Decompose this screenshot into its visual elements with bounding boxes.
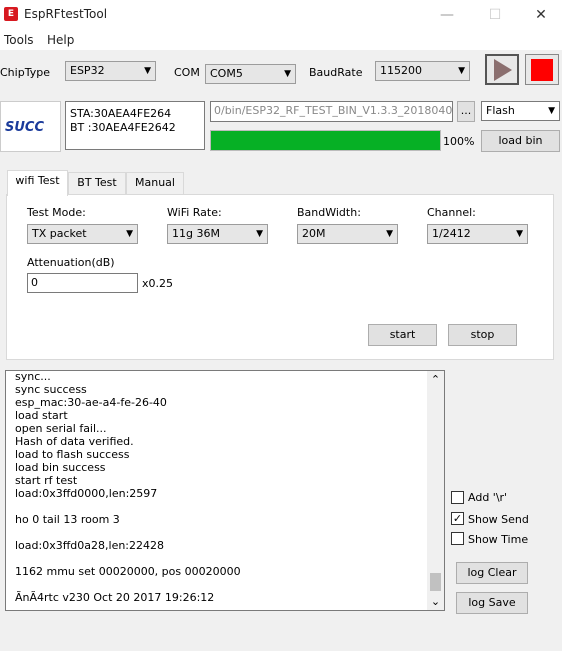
bandwidth-label: BandWidth: — [297, 206, 361, 219]
show-time-checkbox[interactable] — [451, 532, 464, 545]
chevron-down-icon: ▼ — [126, 229, 133, 239]
channel-value: 1/2412 — [432, 227, 471, 240]
log-line: start rf test — [15, 474, 78, 487]
status-logo-box: SUCC — [0, 101, 61, 152]
bandwidth-select[interactable]: 20M ▼ — [297, 224, 398, 244]
window-title: EspRFtestTool — [24, 7, 108, 21]
minimize-icon[interactable]: — — [424, 0, 470, 30]
load-bin-button[interactable]: load bin — [481, 130, 560, 152]
chevron-down-icon: ▼ — [284, 69, 291, 79]
add-r-label: Add '\r' — [468, 491, 508, 504]
chevron-down-icon: ▼ — [458, 66, 465, 76]
scroll-down-icon[interactable]: ⌄ — [427, 593, 444, 610]
wifi-rate-select[interactable]: 11g 36M ▼ — [167, 224, 268, 244]
baudrate-label: BaudRate — [309, 66, 363, 79]
log-line: open serial fail... — [15, 422, 107, 435]
log-save-button[interactable]: log Save — [456, 592, 528, 614]
bandwidth-value: 20M — [302, 227, 326, 240]
channel-select[interactable]: 1/2412 ▼ — [427, 224, 528, 244]
progress-fill — [211, 131, 440, 150]
log-line: Hash of data verified. — [15, 435, 134, 448]
tab-wifi-test[interactable]: wifi Test — [7, 170, 68, 196]
log-line: load:0x3ffd0a28,len:22428 — [15, 539, 165, 552]
log-line: ÃnÃ4rtc v230 Oct 20 2017 19:26:12 — [15, 591, 215, 604]
chiptype-value: ESP32 — [70, 64, 105, 77]
log-line: load start — [15, 409, 68, 422]
run-button[interactable] — [485, 54, 519, 85]
tab-bt-test[interactable]: BT Test — [68, 172, 126, 194]
app-icon: E — [4, 7, 18, 21]
progress-text: 100% — [443, 135, 475, 148]
attenuation-input[interactable]: 0 — [27, 273, 138, 293]
bt-mac: BT :30AEA4FE2642 — [70, 121, 176, 134]
log-line: 1162 mmu set 00020000, pos 00020000 — [15, 565, 241, 578]
chevron-down-icon: ▼ — [516, 229, 523, 239]
baudrate-select[interactable]: 115200 ▼ — [375, 61, 470, 81]
play-icon — [494, 59, 512, 81]
target-select[interactable]: Flash ▼ — [481, 101, 560, 121]
browse-button[interactable]: ... — [457, 101, 475, 122]
menu-bar — [0, 30, 562, 50]
sta-mac: STA:30AEA4FE264 — [70, 107, 172, 120]
menu-help[interactable]: Help — [47, 33, 74, 47]
chevron-down-icon: ▼ — [256, 229, 263, 239]
attenuation-label: Attenuation(dB) — [27, 256, 115, 269]
check-icon: ✓ — [452, 512, 463, 525]
attenuation-unit: x0.25 — [142, 277, 174, 290]
baudrate-value: 115200 — [380, 64, 422, 77]
log-line: load to flash success — [15, 448, 130, 461]
chevron-down-icon: ▼ — [144, 66, 151, 76]
menu-tools[interactable]: Tools — [4, 33, 34, 47]
mac-box: STA:30AEA4FE264 BT :30AEA4FE2642 — [65, 101, 205, 150]
stop-test-button[interactable]: stop — [448, 324, 517, 346]
test-mode-value: TX packet — [32, 227, 87, 240]
log-line: load:0x3ffd0000,len:2597 — [15, 487, 158, 500]
log-line: ho 0 tail 13 room 3 — [15, 513, 120, 526]
log-line: esp_mac:30-ae-a4-fe-26-40 — [15, 396, 167, 409]
log-line: sync success — [15, 383, 87, 396]
chiptype-label: ChipType — [0, 66, 50, 79]
wifi-rate-value: 11g 36M — [172, 227, 220, 240]
com-select[interactable]: COM5 ▼ — [205, 64, 296, 84]
chevron-down-icon: ▼ — [548, 106, 555, 116]
tab-manual[interactable]: Manual — [126, 172, 184, 194]
target-value: Flash — [486, 104, 515, 117]
stop-icon — [531, 59, 553, 81]
chiptype-select[interactable]: ESP32 ▼ — [65, 61, 156, 81]
com-label: COM — [174, 66, 200, 79]
add-r-checkbox[interactable] — [451, 491, 464, 504]
log-line: sync... — [15, 370, 51, 383]
log-clear-button[interactable]: log Clear — [456, 562, 528, 584]
stop-button[interactable] — [525, 54, 559, 85]
log-area[interactable]: sync... sync success esp_mac:30-ae-a4-fe-2… — [5, 370, 445, 611]
show-send-label: Show Send — [468, 513, 529, 526]
start-button[interactable]: start — [368, 324, 437, 346]
maximize-icon[interactable]: ☐ — [472, 0, 518, 30]
test-mode-select[interactable]: TX packet ▼ — [27, 224, 138, 244]
log-line: load bin success — [15, 461, 106, 474]
chevron-down-icon: ▼ — [386, 229, 393, 239]
scroll-thumb[interactable] — [430, 573, 441, 591]
show-send-checkbox[interactable]: ✓ — [451, 512, 464, 525]
close-icon[interactable]: ✕ — [518, 0, 562, 30]
progress-bar — [210, 130, 441, 151]
show-time-label: Show Time — [468, 533, 529, 546]
log-scrollbar[interactable]: ⌃ ⌄ — [427, 371, 444, 610]
com-value: COM5 — [210, 67, 243, 80]
status-logo: SUCC — [5, 120, 44, 135]
bin-path-input[interactable]: 0/bin/ESP32_RF_TEST_BIN_V1.3.3_20180403.… — [210, 101, 453, 122]
channel-label: Channel: — [427, 206, 476, 219]
scroll-up-icon[interactable]: ⌃ — [427, 371, 444, 388]
test-mode-label: Test Mode: — [27, 206, 86, 219]
wifi-rate-label: WiFi Rate: — [167, 206, 222, 219]
